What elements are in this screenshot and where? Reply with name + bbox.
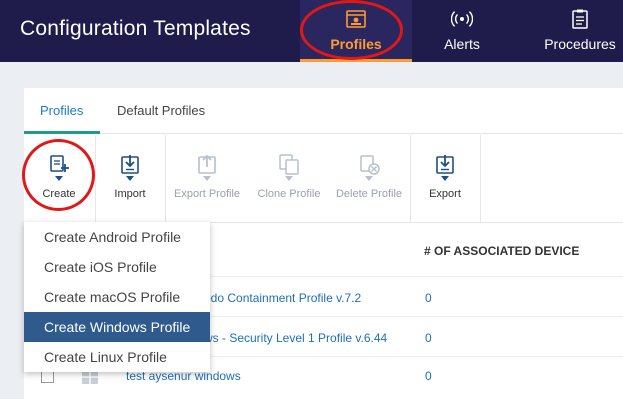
column-header-associated-devices[interactable]: # OF ASSOCIATED DEVICE — [424, 244, 579, 258]
nav-alerts-label: Alerts — [444, 36, 480, 52]
export-button[interactable]: Export — [411, 135, 479, 223]
clone-profile-label: Clone Profile — [257, 188, 321, 200]
windows-icon — [82, 370, 98, 384]
menu-item-create-windows-profile[interactable]: Create Windows Profile — [24, 312, 210, 342]
create-button[interactable]: Create — [22, 135, 95, 223]
device-count-link[interactable]: 0 — [425, 331, 432, 345]
tab-default-profiles[interactable]: Default Profiles — [117, 103, 205, 118]
export-label: Export — [429, 188, 461, 200]
menu-item-create-ios-profile[interactable]: Create iOS Profile — [24, 252, 210, 282]
import-icon — [121, 155, 139, 174]
import-caret-icon — [126, 176, 134, 181]
import-button[interactable]: Import — [96, 135, 164, 223]
toolbar: Create Import Export Profile Clone Profi… — [22, 135, 623, 223]
highlight-ellipse-profiles — [300, 0, 403, 60]
delete-profile-button[interactable]: Delete Profile — [330, 135, 408, 223]
clone-profile-caret-icon — [285, 176, 293, 181]
clone-profile-button[interactable]: Clone Profile — [250, 135, 328, 223]
top-header: Configuration Templates Profiles Alerts — [0, 0, 623, 62]
delete-profile-label: Delete Profile — [335, 188, 403, 200]
menu-item-create-macos-profile[interactable]: Create macOS Profile — [24, 282, 210, 312]
device-count-link[interactable]: 0 — [425, 291, 432, 305]
export-caret-icon — [441, 176, 449, 181]
import-label: Import — [114, 188, 146, 200]
export-profile-icon — [198, 154, 216, 174]
export-profile-label: Export Profile — [173, 188, 241, 200]
delete-profile-icon — [360, 155, 380, 175]
export-profile-caret-icon — [203, 176, 211, 181]
device-count-link[interactable]: 0 — [425, 369, 432, 383]
page-title: Configuration Templates — [20, 17, 251, 40]
menu-item-create-linux-profile[interactable]: Create Linux Profile — [24, 342, 210, 372]
clone-profile-icon — [279, 154, 299, 175]
tab-bar: Profiles Default Profiles — [24, 88, 623, 134]
tab-active-indicator — [24, 131, 100, 134]
highlight-ellipse-create — [22, 139, 95, 211]
delete-profile-caret-icon — [365, 176, 373, 181]
menu-item-create-android-profile[interactable]: Create Android Profile — [24, 222, 210, 252]
tab-profiles[interactable]: Profiles — [40, 103, 83, 118]
export-icon — [436, 155, 454, 174]
alerts-icon — [451, 11, 473, 27]
toolbar-divider — [480, 135, 481, 223]
export-profile-button[interactable]: Export Profile — [166, 135, 248, 223]
create-dropdown-menu: Create Android Profile Create iOS Profil… — [24, 222, 210, 372]
nav-procedures[interactable]: Procedures — [530, 0, 623, 62]
procedures-icon — [572, 9, 588, 29]
profile-name-link[interactable]: ws - Security Level 1 Profile v.6.44 — [204, 331, 387, 345]
profile-name-link[interactable]: odo Containment Profile v.7.2 — [204, 291, 361, 305]
nav-alerts[interactable]: Alerts — [420, 0, 504, 62]
nav-procedures-label: Procedures — [544, 36, 616, 52]
